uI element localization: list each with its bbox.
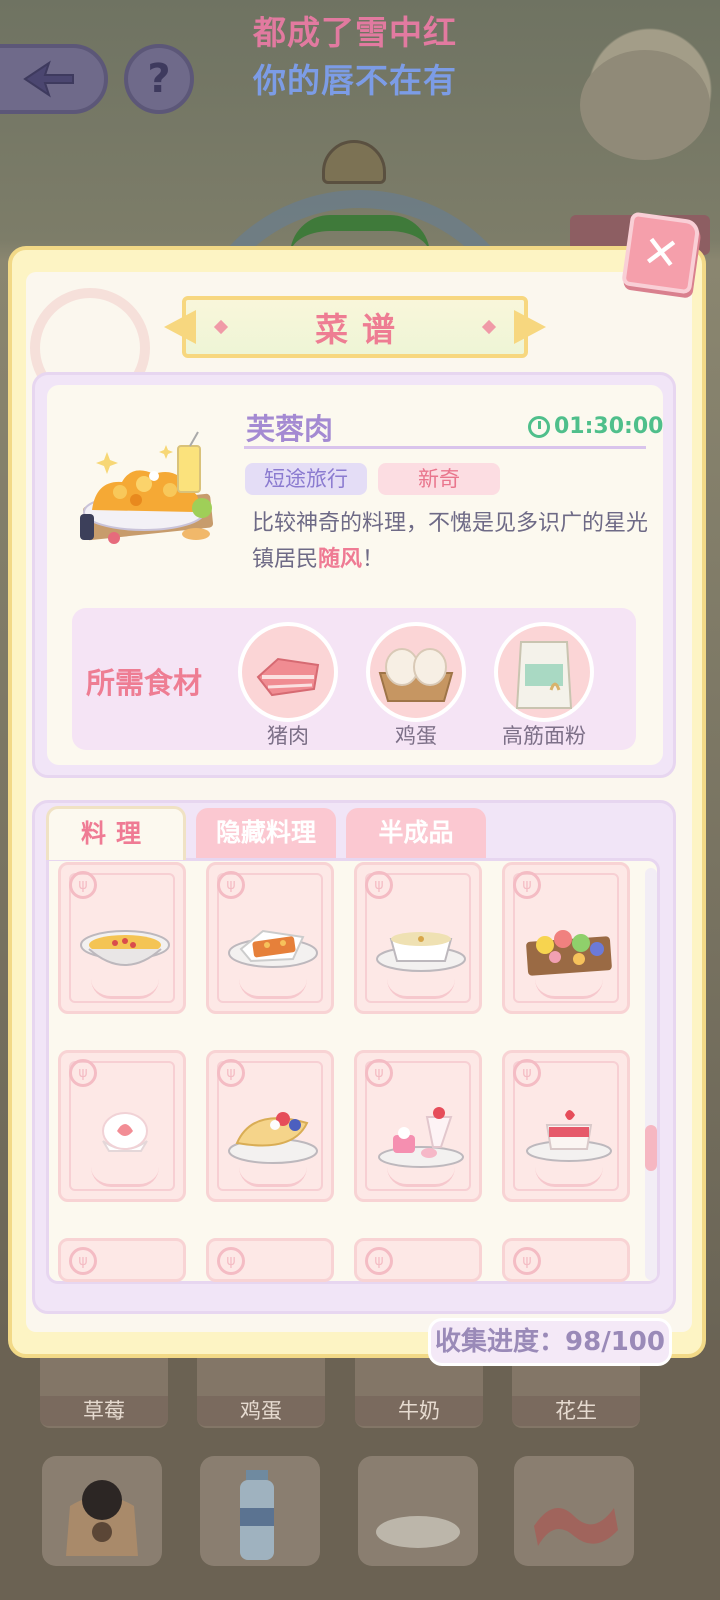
fork-spoon-icon: ψ: [69, 1059, 97, 1087]
recipe-card[interactable]: ψ: [502, 1238, 630, 1282]
shelf-item-water[interactable]: [200, 1456, 320, 1566]
close-icon: ✕: [639, 225, 683, 281]
description-highlight: 随风: [318, 547, 363, 572]
fruit-board-icon: [526, 930, 612, 976]
ribbon-diamond-icon: [213, 319, 229, 335]
lyric-line-2: 你的唇不在有: [253, 61, 457, 100]
recipe-card[interactable]: ψ: [58, 862, 186, 1014]
recipe-card[interactable]: ψ: [502, 1050, 630, 1202]
shelf-label: 草莓: [40, 1396, 168, 1426]
dish-description: 比较神奇的料理，不愧是见多识广的星光镇居民随风！: [252, 506, 652, 578]
divider: [244, 446, 646, 449]
recipe-card[interactable]: ψ: [58, 1050, 186, 1202]
water-bottle-icon: [240, 1470, 274, 1560]
tab-hidden-recipes[interactable]: 隐藏料理: [196, 808, 336, 858]
scrollbar-thumb[interactable]: [645, 1125, 657, 1171]
shelf-item-seed-bag[interactable]: [42, 1456, 162, 1566]
fork-spoon-icon: ψ: [513, 1247, 541, 1275]
lyric-line-1: 都成了雪中红: [253, 13, 457, 52]
cream-soup-icon: [376, 932, 466, 972]
tag-short-trip: 短途旅行: [245, 463, 367, 495]
dough-icon: [376, 1516, 460, 1548]
recipe-card[interactable]: ψ: [502, 862, 630, 1014]
panel-title: 菜谱: [315, 310, 409, 349]
fork-spoon-icon: ψ: [217, 1247, 245, 1275]
tag-novel: 新奇: [378, 463, 500, 495]
ingredient-label: 高筋面粉: [502, 724, 586, 748]
close-button[interactable]: ✕: [621, 211, 701, 295]
fork-spoon-icon: ψ: [365, 1247, 393, 1275]
shelf-item-dough[interactable]: [358, 1456, 478, 1566]
seed-bag-icon: [66, 1480, 138, 1556]
recipe-card[interactable]: ψ: [354, 1238, 482, 1282]
flour-bag-icon: [515, 641, 573, 709]
fork-spoon-icon: ψ: [365, 1059, 393, 1087]
collection-progress: 收集进度：98/100: [428, 1318, 672, 1366]
fork-spoon-icon: ψ: [365, 871, 393, 899]
fork-spoon-icon: ψ: [217, 871, 245, 899]
ingredient-label: 鸡蛋: [395, 724, 437, 748]
shelf-item-bacon[interactable]: [514, 1456, 634, 1566]
dessert-platter-icon: [378, 1107, 464, 1168]
strawberry-pudding-icon: [526, 1110, 612, 1162]
recipe-card[interactable]: ψ: [354, 1050, 482, 1202]
fork-spoon-icon: ψ: [69, 871, 97, 899]
ingredient-label: 猪肉: [267, 724, 309, 748]
ingredient-eggs[interactable]: [366, 622, 466, 722]
tab-cooking[interactable]: 料理: [46, 806, 186, 860]
fried-pork-dish-icon: [80, 431, 214, 544]
bacon-icon: [534, 1508, 618, 1546]
tab-semi-finished[interactable]: 半成品: [346, 808, 486, 858]
shelf-label: 牛奶: [355, 1396, 483, 1426]
fork-spoon-icon: ψ: [217, 1059, 245, 1087]
recipe-card[interactable]: ψ: [354, 862, 482, 1014]
strawberry-daifuku-icon: [102, 1112, 148, 1152]
ingredient-flour[interactable]: [494, 622, 594, 722]
shelf-label: 花生: [512, 1396, 640, 1426]
clock-icon: [528, 415, 550, 438]
recipe-card[interactable]: ψ: [58, 1238, 186, 1282]
recipe-card[interactable]: ψ: [206, 1050, 334, 1202]
description-end: ！: [362, 547, 385, 572]
fork-spoon-icon: ψ: [513, 871, 541, 899]
fruit-crepe-icon: [228, 1112, 318, 1164]
toast-plate-icon: [228, 929, 318, 968]
ribbon-diamond-icon: [481, 319, 497, 335]
eggs-icon: [378, 648, 454, 702]
panel-title-ribbon: 菜谱: [182, 296, 528, 358]
recipe-card[interactable]: ψ: [206, 1238, 334, 1282]
shelf-label: 鸡蛋: [197, 1396, 325, 1426]
pork-icon: [256, 657, 320, 697]
recipe-card[interactable]: ψ: [206, 862, 334, 1014]
ingredient-pork[interactable]: [238, 622, 338, 722]
ingredients-title: 所需食材: [86, 666, 203, 700]
fork-spoon-icon: ψ: [69, 1247, 97, 1275]
fork-spoon-icon: ψ: [513, 1059, 541, 1087]
timer-value: 01:30:00: [554, 414, 664, 439]
dish-name: 芙蓉肉: [246, 412, 334, 446]
scrollbar-track[interactable]: [645, 868, 657, 1280]
cook-timer: 01:30:00: [528, 414, 663, 439]
description-text: 比较神奇的料理，不愧是见多识广的星光镇居民: [252, 511, 649, 572]
soup-bowl-icon: [80, 930, 170, 966]
